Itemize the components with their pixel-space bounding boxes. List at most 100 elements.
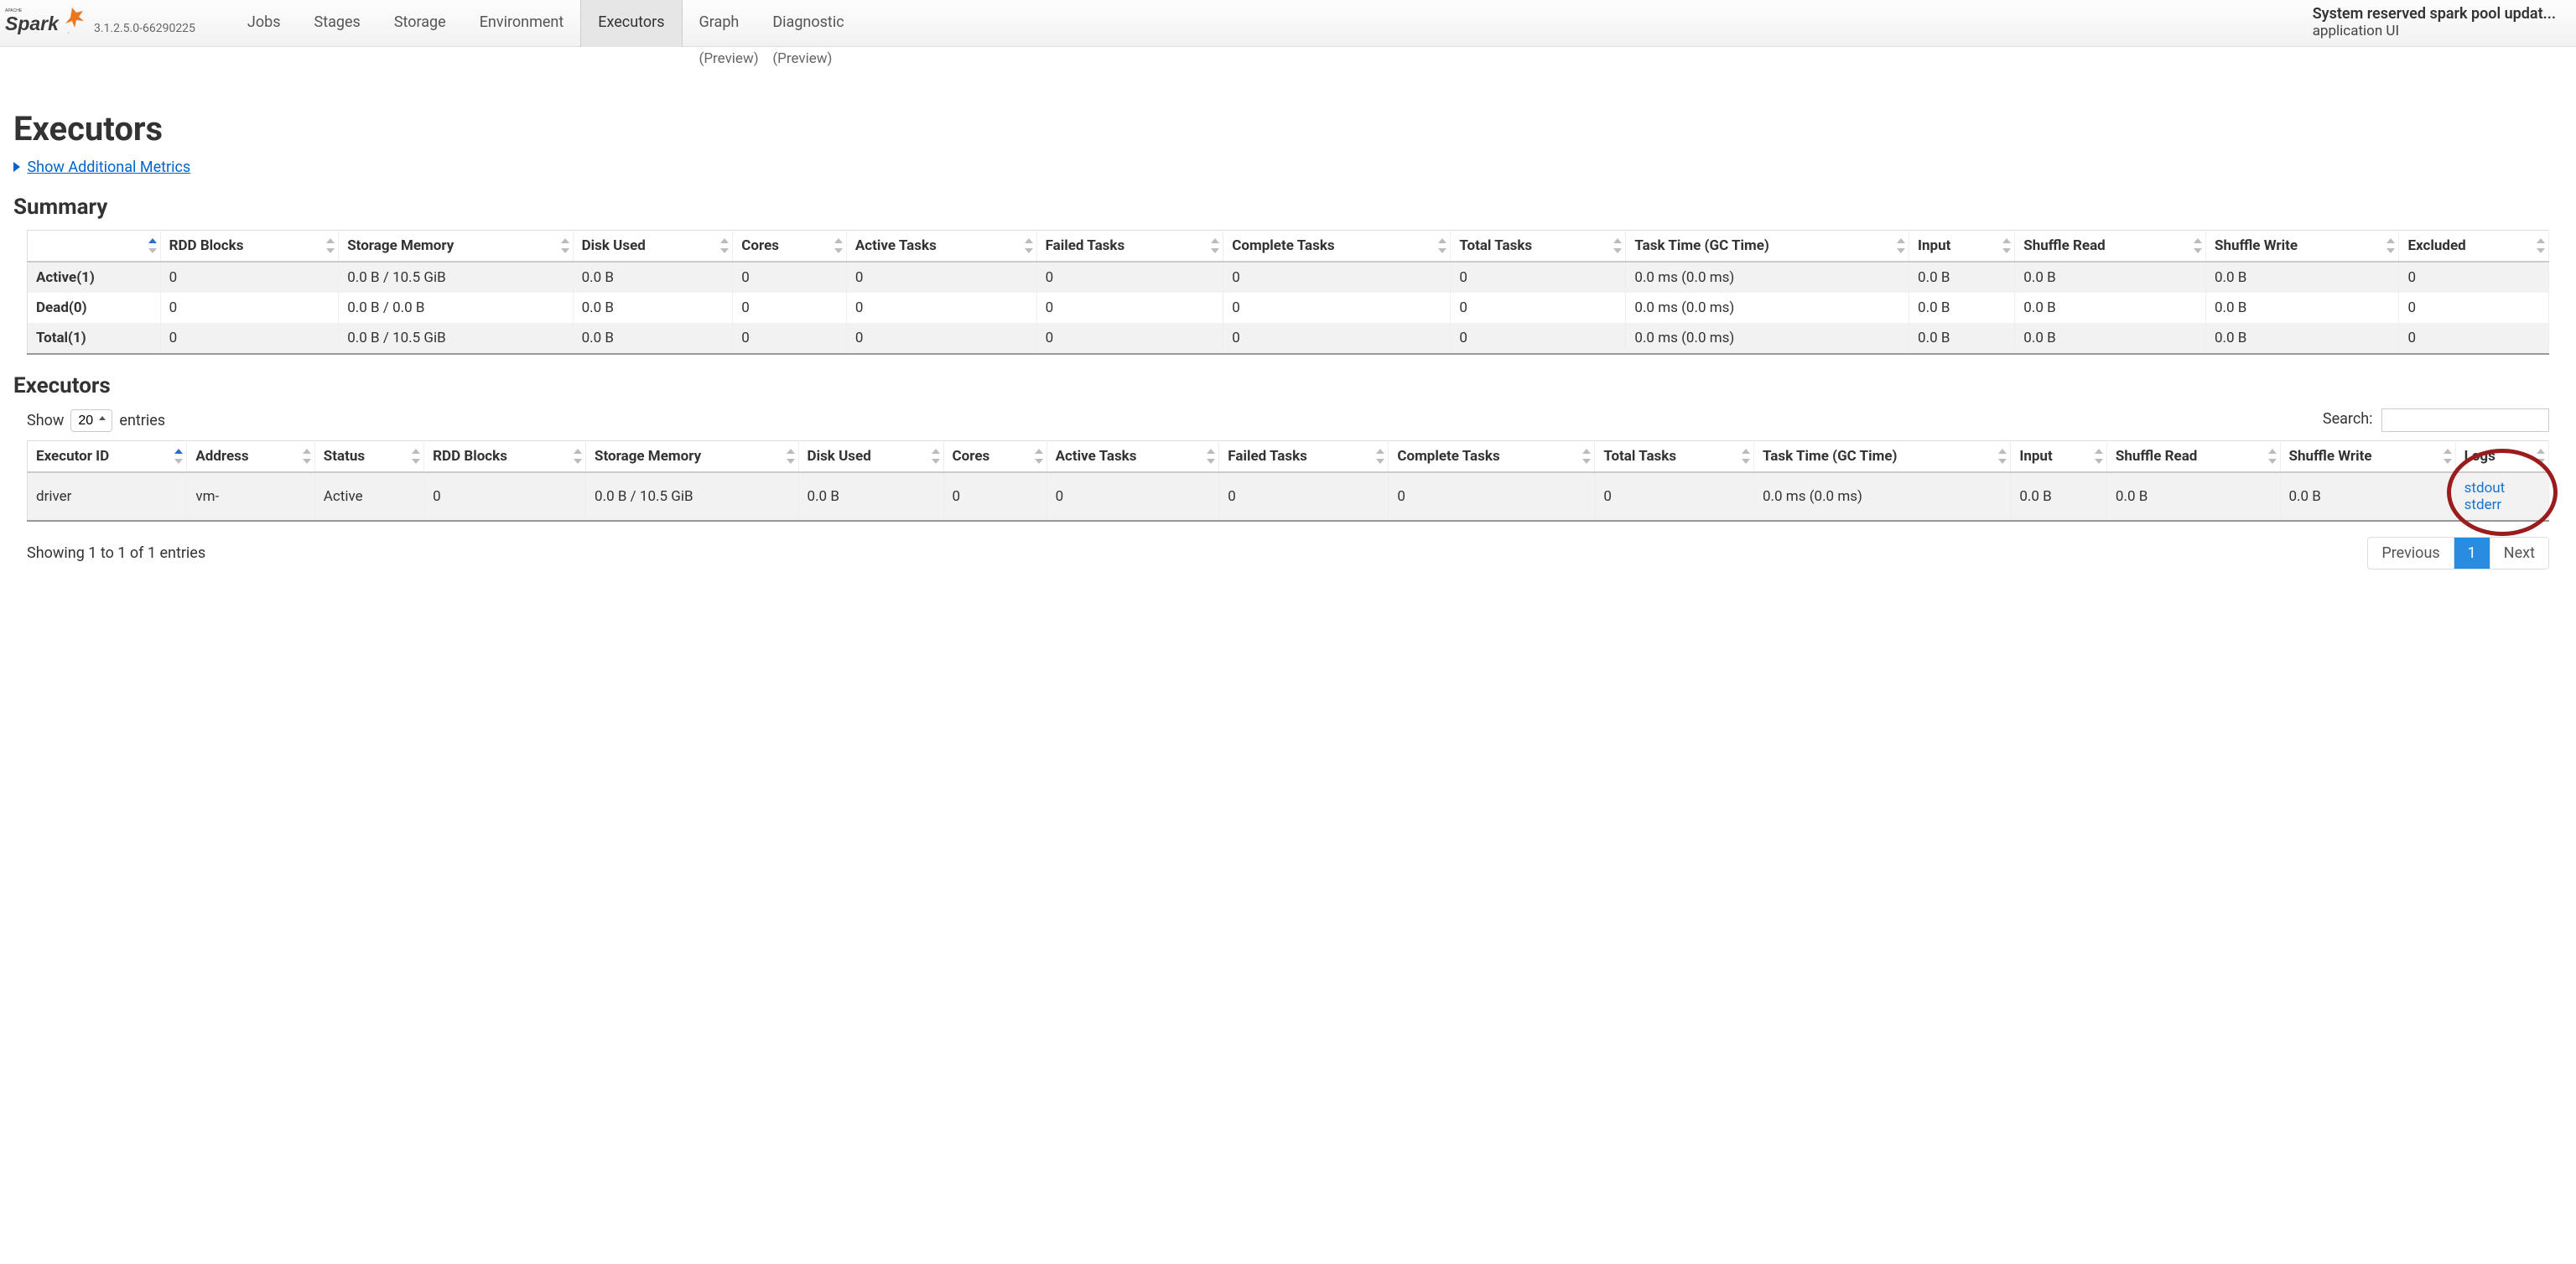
page-content: Executors Show Additional Metrics Summar… [0, 72, 2576, 603]
table-row: Active(1)00.0 B / 10.5 GiB0.0 B000000.0 … [28, 262, 2549, 293]
show-entries-post: entries [119, 412, 165, 429]
executors-table: Executor ID Address Status RDD Blocks St… [27, 440, 2549, 522]
col-status[interactable]: Status [314, 441, 423, 473]
nav-stages[interactable]: Stages [298, 0, 377, 47]
col-storage-memory[interactable]: Storage Memory [339, 231, 573, 263]
col-active-tasks[interactable]: Active Tasks [1046, 441, 1219, 473]
show-additional-metrics-label: Show Additional Metrics [27, 159, 190, 176]
application-title-area: System reserved spark pool updat... appl… [2293, 0, 2576, 39]
caret-right-icon [13, 162, 20, 172]
cell-failed_tasks: 0 [1219, 472, 1389, 521]
cell-task_time: 0.0 ms (0.0 ms) [1626, 323, 1909, 354]
page-previous[interactable]: Previous [2368, 538, 2454, 569]
col-address[interactable]: Address [187, 441, 314, 473]
summary-heading: Summary [13, 195, 2563, 220]
col-shuffle-write[interactable]: Shuffle Write [2205, 231, 2398, 263]
page-1[interactable]: 1 [2454, 538, 2490, 569]
nav-diagnostic[interactable]: Diagnostic (Preview) [756, 0, 860, 47]
cell-excluded: 0 [2399, 293, 2549, 323]
table-row: Total(1)00.0 B / 10.5 GiB0.0 B000000.0 m… [28, 323, 2549, 354]
col-rdd-blocks[interactable]: RDD Blocks [424, 441, 586, 473]
cell-disk_used: 0.0 B [573, 323, 733, 354]
nav-environment[interactable]: Environment [463, 0, 581, 47]
cell-complete_tasks: 0 [1389, 472, 1595, 521]
executors-table-footer: Showing 1 to 1 of 1 entries Previous 1 N… [27, 537, 2549, 570]
nav-executors[interactable]: Executors [580, 0, 682, 47]
cell-rdd: 0 [160, 323, 339, 354]
col-cores[interactable]: Cores [943, 441, 1046, 473]
cell-storage_memory: 0.0 B / 10.5 GiB [586, 472, 798, 521]
col-active-tasks[interactable]: Active Tasks [846, 231, 1036, 263]
cell-task_time: 0.0 ms (0.0 ms) [1753, 472, 2010, 521]
col-input[interactable]: Input [2011, 441, 2107, 473]
cell-rdd: 0 [160, 293, 339, 323]
application-title: System reserved spark pool updat... [2313, 5, 2556, 23]
cell-total_tasks: 0 [1451, 323, 1626, 354]
cell-label: Dead(0) [28, 293, 161, 323]
cell-executor_id: driver [28, 472, 187, 521]
cell-active_tasks: 0 [846, 323, 1036, 354]
col-disk-used[interactable]: Disk Used [798, 441, 943, 473]
page-next[interactable]: Next [2490, 538, 2548, 569]
entries-info: Showing 1 to 1 of 1 entries [27, 544, 205, 562]
svg-text:Spark: Spark [5, 13, 60, 34]
col-shuffle-read[interactable]: Shuffle Read [2106, 441, 2280, 473]
col-rdd-blocks[interactable]: RDD Blocks [160, 231, 339, 263]
cell-failed_tasks: 0 [1036, 262, 1223, 293]
nav-jobs[interactable]: Jobs [231, 0, 298, 47]
cell-address: vm- [187, 472, 314, 521]
cell-active_tasks: 0 [1046, 472, 1219, 521]
cell-shuffle_write: 0.0 B [2280, 472, 2455, 521]
nav-graph[interactable]: Graph (Preview) [683, 0, 756, 47]
col-executor-id[interactable]: Executor ID [28, 441, 187, 473]
cell-disk_used: 0.0 B [798, 472, 943, 521]
cell-label: Active(1) [28, 262, 161, 293]
col-failed-tasks[interactable]: Failed Tasks [1219, 441, 1389, 473]
col-complete-tasks[interactable]: Complete Tasks [1389, 441, 1595, 473]
cell-input: 0.0 B [1909, 262, 2015, 293]
col-status[interactable] [28, 231, 161, 263]
cell-active_tasks: 0 [846, 262, 1036, 293]
search-input[interactable] [2381, 408, 2549, 432]
col-input[interactable]: Input [1909, 231, 2015, 263]
spark-logo-area: APACHE Spark ™ 3.1.2.5.0-66290225 [0, 0, 205, 44]
spark-version: 3.1.2.5.0-66290225 [94, 22, 195, 35]
cell-complete_tasks: 0 [1223, 323, 1451, 354]
cell-shuffle_read: 0.0 B [2015, 262, 2206, 293]
cell-total_tasks: 0 [1451, 262, 1626, 293]
nav-diagnostic-sublabel: (Preview) [772, 50, 832, 67]
col-total-tasks[interactable]: Total Tasks [1595, 441, 1754, 473]
cell-logs: stdoutstderr [2455, 472, 2548, 521]
col-disk-used[interactable]: Disk Used [573, 231, 733, 263]
cell-shuffle_read: 0.0 B [2015, 293, 2206, 323]
col-total-tasks[interactable]: Total Tasks [1451, 231, 1626, 263]
stdout-link[interactable]: stdout [2464, 480, 2540, 497]
cell-input: 0.0 B [1909, 293, 2015, 323]
cell-disk_used: 0.0 B [573, 293, 733, 323]
col-complete-tasks[interactable]: Complete Tasks [1223, 231, 1451, 263]
cell-cores: 0 [943, 472, 1046, 521]
show-additional-metrics-toggle[interactable]: Show Additional Metrics [13, 159, 2563, 176]
table-row: drivervm-Active00.0 B / 10.5 GiB0.0 B000… [28, 472, 2549, 521]
cell-status: Active [314, 472, 423, 521]
col-shuffle-read[interactable]: Shuffle Read [2015, 231, 2206, 263]
col-excluded[interactable]: Excluded [2399, 231, 2549, 263]
col-task-time[interactable]: Task Time (GC Time) [1753, 441, 2010, 473]
cell-storage_memory: 0.0 B / 10.5 GiB [339, 323, 573, 354]
col-logs[interactable]: Logs [2455, 441, 2548, 473]
cell-excluded: 0 [2399, 323, 2549, 354]
nav-storage[interactable]: Storage [377, 0, 463, 47]
spark-logo-icon: APACHE Spark ™ [5, 3, 89, 40]
cell-total_tasks: 0 [1451, 293, 1626, 323]
col-shuffle-write[interactable]: Shuffle Write [2280, 441, 2455, 473]
cell-shuffle_write: 0.0 B [2205, 262, 2398, 293]
col-cores[interactable]: Cores [733, 231, 847, 263]
top-navbar: APACHE Spark ™ 3.1.2.5.0-66290225 Jobs S… [0, 0, 2576, 47]
col-failed-tasks[interactable]: Failed Tasks [1036, 231, 1223, 263]
entries-select[interactable]: 20 [70, 409, 112, 432]
col-storage-memory[interactable]: Storage Memory [586, 441, 798, 473]
stderr-link[interactable]: stderr [2464, 497, 2540, 513]
cell-shuffle_read: 0.0 B [2106, 472, 2280, 521]
col-task-time[interactable]: Task Time (GC Time) [1626, 231, 1909, 263]
cell-task_time: 0.0 ms (0.0 ms) [1626, 262, 1909, 293]
